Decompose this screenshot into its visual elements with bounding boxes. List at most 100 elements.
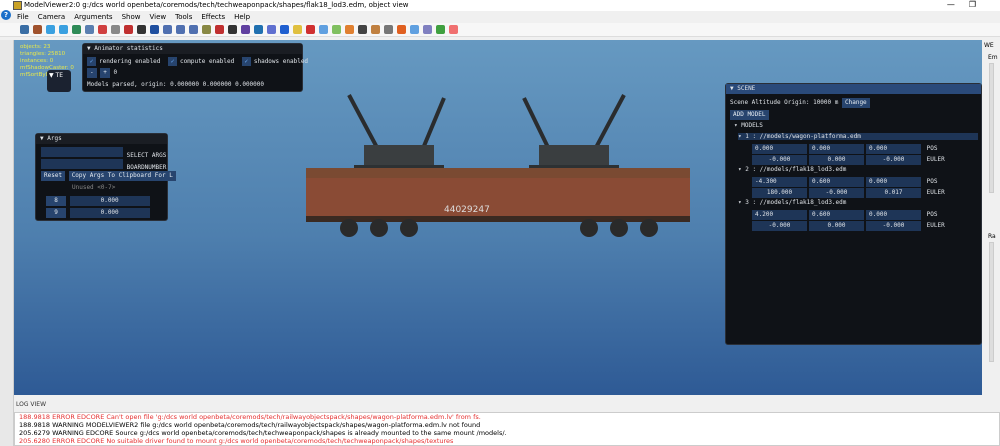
select-args-input[interactable] (41, 147, 123, 157)
euler-field[interactable]: -0.000 (809, 188, 864, 198)
toolbar-tool-icon[interactable] (241, 25, 250, 34)
toolbar-tool-icon[interactable] (85, 25, 94, 34)
boardnumber-input[interactable] (41, 159, 123, 169)
toolbar-tool-icon[interactable] (20, 25, 29, 34)
toolbar-tool-icon[interactable] (280, 25, 289, 34)
panel-header[interactable]: ▼ Args (36, 134, 167, 144)
euler-field[interactable]: 0.017 (866, 188, 921, 198)
euler-field[interactable]: -0.000 (752, 155, 807, 165)
panel-header[interactable]: ▼ Animator statistics (83, 44, 302, 54)
reset-button[interactable]: Reset (41, 171, 66, 181)
pos-field[interactable]: 0.000 (752, 144, 807, 154)
toolbar-tool-icon[interactable] (397, 25, 406, 34)
compute-checkbox[interactable]: ✓ compute enabled (168, 57, 234, 66)
menu-help[interactable]: Help (234, 13, 250, 21)
menu-file[interactable]: File (17, 13, 29, 21)
texture-window-title: TE (55, 72, 63, 79)
pos-label: POS (926, 145, 938, 152)
toolbar-tool-icon[interactable] (124, 25, 133, 34)
pos-field[interactable]: 0.600 (809, 210, 864, 220)
toolbar-tool-icon[interactable] (267, 25, 276, 34)
model-tree-node[interactable]: ▾ 1 : //models/wagon-platforma.edm (738, 133, 978, 140)
toolbar-tool-icon[interactable] (423, 25, 432, 34)
toolbar-tool-icon[interactable] (449, 25, 458, 34)
menu-tools[interactable]: Tools (175, 13, 192, 21)
altitude-origin-text: Scene Altitude Origin: 10000 m (730, 99, 839, 106)
copy-args-button[interactable]: Copy Args To Clipboard For L (68, 171, 176, 181)
menu-camera[interactable]: Camera (38, 13, 65, 21)
menu-view[interactable]: View (149, 13, 166, 21)
checkbox-label: shadows enabled (253, 58, 309, 65)
toolbar-tool-icon[interactable] (384, 25, 393, 34)
toolbar-tool-icon[interactable] (358, 25, 367, 34)
log-view[interactable]: 188.9818 ERROR EDCORE Can't open file 'g… (14, 412, 1000, 446)
euler-field[interactable]: 180.000 (752, 188, 807, 198)
toolbar-tool-icon[interactable] (163, 25, 172, 34)
toolbar-tool-icon[interactable] (410, 25, 419, 34)
shadows-checkbox[interactable]: ✓ shadows enabled (241, 57, 309, 66)
models-tree-node[interactable]: ▾ MODELS (734, 122, 763, 129)
texture-window[interactable]: ▼ TE (47, 70, 71, 92)
toolbar-tool-icon[interactable] (202, 25, 211, 34)
wagon-body (306, 178, 690, 218)
toolbar-tool-icon[interactable] (46, 25, 55, 34)
pos-field[interactable]: 0.000 (866, 144, 921, 154)
arg-index[interactable]: 9 (46, 208, 66, 218)
toolbar-tool-icon[interactable] (150, 25, 159, 34)
toolbar-tool-icon[interactable] (436, 25, 445, 34)
window-title: ModelViewer2:0 g:/dcs world openbeta/cor… (24, 1, 409, 9)
help-icon[interactable]: ? (1, 10, 11, 20)
toolbar-tool-icon[interactable] (98, 25, 107, 34)
pos-field[interactable]: 4.200 (752, 210, 807, 220)
toolbar-tool-icon[interactable] (371, 25, 380, 34)
menu-show[interactable]: Show (122, 13, 141, 21)
toolbar-tool-icon[interactable] (215, 25, 224, 34)
pos-field[interactable]: 0.000 (866, 177, 921, 187)
minus-button[interactable]: - (87, 68, 97, 78)
toolbar-tool-icon[interactable] (72, 25, 81, 34)
add-model-button[interactable]: ADD MODEL (730, 110, 769, 120)
pos-field[interactable]: 0.000 (866, 210, 921, 220)
euler-field[interactable]: 0.000 (809, 155, 864, 165)
minimize-button[interactable]: — (947, 0, 969, 9)
toolbar-tool-icon[interactable] (332, 25, 341, 34)
change-button[interactable]: Change (842, 98, 870, 108)
euler-field[interactable]: 0.000 (809, 221, 864, 231)
plus-button[interactable]: + (100, 68, 110, 78)
toolbar-tool-icon[interactable] (319, 25, 328, 34)
arg-index[interactable]: 8 (46, 196, 66, 206)
toolbar-tool-icon[interactable] (345, 25, 354, 34)
menu-effects[interactable]: Effects (201, 13, 225, 21)
pos-field[interactable]: 0.000 (809, 144, 864, 154)
rendering-checkbox[interactable]: ✓ rendering enabled (87, 57, 160, 66)
model-tree-node[interactable]: ▾ 3 : //models/flak18_lod3.edm (738, 199, 846, 206)
toolbar-tool-icon[interactable] (137, 25, 146, 34)
panel-title: SCENE (737, 85, 756, 92)
toolbar-tool-icon[interactable] (33, 25, 42, 34)
toolbar-tool-icon[interactable] (176, 25, 185, 34)
toolbar-tool-icon[interactable] (254, 25, 263, 34)
euler-field[interactable]: -0.000 (866, 155, 921, 165)
toolbar-tool-icon[interactable] (306, 25, 315, 34)
toolbar-tool-icon[interactable] (189, 25, 198, 34)
toolbar-tool-icon[interactable] (59, 25, 68, 34)
panel-header[interactable]: ▼ SCENE (726, 84, 981, 94)
arg-value-slider[interactable]: 0.000 (69, 196, 150, 206)
right-dock-panel: WE Em Ra (982, 40, 1000, 400)
flak-gun-right (522, 94, 626, 177)
select-args-label: SELECT ARGS (126, 152, 167, 159)
model-tree-node[interactable]: ▾ 2 : //models/flak18_lod3.edm (738, 166, 846, 173)
restore-button[interactable]: ❐ (969, 0, 990, 9)
toolbar-tool-icon[interactable] (293, 25, 302, 34)
pos-field[interactable]: -4.300 (752, 177, 807, 187)
pos-field[interactable]: 0.600 (809, 177, 864, 187)
vertical-slider-ra[interactable] (989, 242, 994, 362)
menu-arguments[interactable]: Arguments (74, 13, 112, 21)
euler-field[interactable]: -0.000 (752, 221, 807, 231)
toolbar-tool-icon[interactable] (228, 25, 237, 34)
vertical-slider-em[interactable] (989, 63, 994, 193)
toolbar-tool-icon[interactable] (111, 25, 120, 34)
log-view-title: LOG VIEW (14, 398, 1000, 412)
arg-value-slider[interactable]: 0.000 (69, 208, 150, 218)
euler-field[interactable]: -0.000 (866, 221, 921, 231)
